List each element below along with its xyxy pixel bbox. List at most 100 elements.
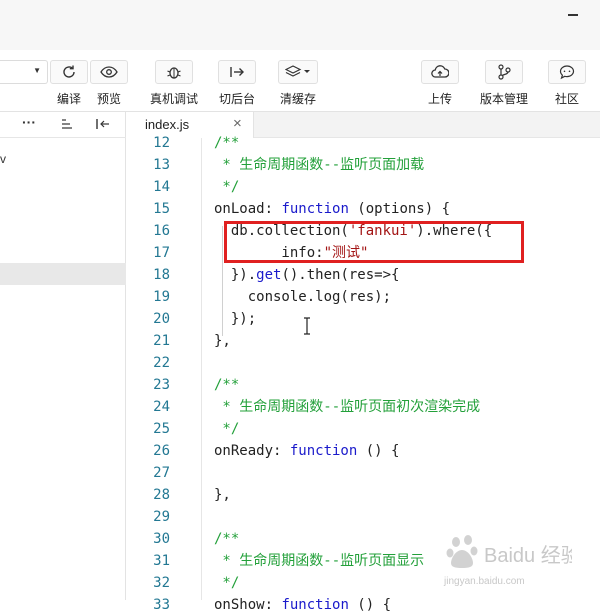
code-text: * 生命周期函数--监听页面初次渲染完成 [214, 396, 480, 418]
code-token: function [281, 597, 349, 613]
code-token: function [281, 201, 349, 217]
code-text: */ [214, 418, 239, 440]
code-line[interactable]: 19 console.log(res); [126, 286, 600, 308]
line-number: 26 [153, 443, 170, 459]
code-token: ().then(res=>{ [281, 267, 400, 283]
code-line[interactable]: 24 * 生命周期函数--监听页面初次渲染完成 [126, 396, 600, 418]
bug-icon [167, 67, 181, 79]
code-line[interactable]: 27 [126, 462, 600, 484]
file-explorer-sidebar: ··· v [0, 112, 126, 600]
code-line[interactable]: 14 */ [126, 176, 600, 198]
background-button[interactable]: 切后台 [218, 60, 256, 107]
code-line[interactable]: 22 [126, 352, 600, 374]
line-number: 12 [153, 135, 170, 151]
line-number: 13 [153, 157, 170, 173]
line-number: 20 [153, 311, 170, 327]
line-number: 25 [153, 421, 170, 437]
code-text: * 生命周期函数--监听页面显示 [214, 550, 424, 572]
branch-icon [498, 64, 511, 80]
clear-cache-label: 清缓存 [279, 92, 316, 106]
version-management-label: 版本管理 [480, 92, 529, 106]
code-token: */ [214, 179, 240, 195]
line-number: 19 [153, 289, 170, 305]
code-token: }); [214, 311, 257, 327]
eye-icon [100, 66, 118, 78]
compile-button[interactable]: 编译 [50, 60, 88, 107]
red-annotation-box [224, 221, 524, 263]
remote-debug-button[interactable]: 真机调试 [150, 60, 198, 107]
text-cursor-icon [304, 317, 310, 335]
code-text: }, [214, 484, 231, 506]
code-line[interactable]: 15 onLoad: function (options) { [126, 198, 600, 220]
baidu-logo-icon: Baidu 经验 jingyan.baidu.com [443, 535, 581, 587]
code-line[interactable]: 26 onReady: function () { [126, 440, 600, 462]
version-management-button[interactable]: 版本管理 [480, 60, 528, 107]
code-token: onReady: [214, 443, 290, 459]
line-number: 31 [153, 553, 170, 569]
indent-guide [222, 226, 223, 336]
code-editor[interactable]: 12/** 13 * 生命周期函数--监听页面加载 14 */15 onLoad: f… [126, 135, 600, 613]
line-number: 17 [153, 245, 170, 261]
code-token: * 生命周期函数--监听页面初次渲染完成 [214, 399, 481, 415]
code-line[interactable]: 28}, [126, 484, 600, 506]
code-text: */ [214, 572, 239, 594]
simulator-select[interactable]: ▼ [0, 60, 48, 84]
code-line[interactable]: 29 [126, 506, 600, 528]
code-line[interactable]: 20 }); [126, 308, 600, 330]
code-text: * 生命周期函数--监听页面加载 [214, 154, 424, 176]
code-text: }); [214, 308, 256, 330]
close-icon[interactable]: × [233, 115, 242, 132]
file-tree-item[interactable]: v [0, 152, 6, 166]
baidu-jingyan-watermark: Baidu 经验 jingyan.baidu.com [442, 532, 581, 592]
line-number: 23 [153, 377, 170, 393]
line-number: 16 [153, 223, 170, 239]
community-button[interactable]: 社区 [548, 60, 586, 107]
code-line[interactable]: 25 */ [126, 418, 600, 440]
sort-icon[interactable] [60, 118, 72, 132]
background-label: 切后台 [218, 92, 255, 106]
upload-button[interactable]: 上传 [421, 60, 459, 107]
code-token: console.log(res); [214, 289, 392, 305]
clear-cache-button[interactable]: 清缓存 [278, 60, 318, 107]
refresh-icon [63, 65, 75, 78]
toolbar: ▼ 编译 预览 真机调试 切后台 清缓存 上传 版本管理 社区 [0, 50, 600, 112]
code-token: get [256, 267, 282, 283]
code-text: onReady: function () { [214, 440, 399, 462]
code-token: () { [348, 597, 392, 613]
line-number: 22 [153, 355, 170, 371]
remote-debug-label: 真机调试 [150, 92, 199, 106]
chevron-down-icon: ▼ [33, 66, 41, 75]
code-text: /** [214, 132, 239, 154]
tab-title: index.js [145, 117, 190, 132]
collapse-panel-icon[interactable] [96, 118, 110, 133]
upload-label: 上传 [427, 92, 452, 106]
watermark-url: jingyan.baidu.com [443, 576, 525, 587]
layers-icon [285, 65, 310, 77]
cloud-upload-icon [431, 65, 449, 78]
code-token: function [289, 443, 358, 459]
watermark-brand: Baidu 经验 [484, 544, 572, 567]
code-line[interactable]: 18 }).get().then(res=>{ [126, 264, 600, 286]
line-number: 33 [153, 597, 170, 613]
line-number: 30 [153, 531, 170, 547]
code-line[interactable]: 13 * 生命周期函数--监听页面加载 [126, 154, 600, 176]
preview-button[interactable]: 预览 [90, 60, 128, 107]
switch-background-icon [230, 67, 244, 77]
line-number: 28 [153, 487, 170, 503]
line-number: 14 [153, 179, 170, 195]
code-token: /** [214, 531, 240, 547]
code-token: }). [214, 267, 257, 283]
code-token: */ [214, 575, 240, 591]
minimize-button[interactable] [568, 14, 578, 16]
code-text: /** [214, 528, 239, 550]
code-line[interactable]: 12 /** [126, 132, 600, 154]
preview-label: 预览 [96, 92, 121, 106]
code-line[interactable]: 23 /** [126, 374, 600, 396]
compile-label: 编译 [56, 92, 81, 106]
code-line[interactable]: 33 onShow: function () { [126, 594, 600, 616]
code-line[interactable]: 21}, [126, 330, 600, 352]
code-token: () { [357, 443, 400, 459]
more-icon[interactable]: ··· [22, 114, 36, 130]
file-tree-selected-item[interactable] [0, 263, 126, 285]
code-text: onLoad: function (options) { [214, 198, 450, 220]
